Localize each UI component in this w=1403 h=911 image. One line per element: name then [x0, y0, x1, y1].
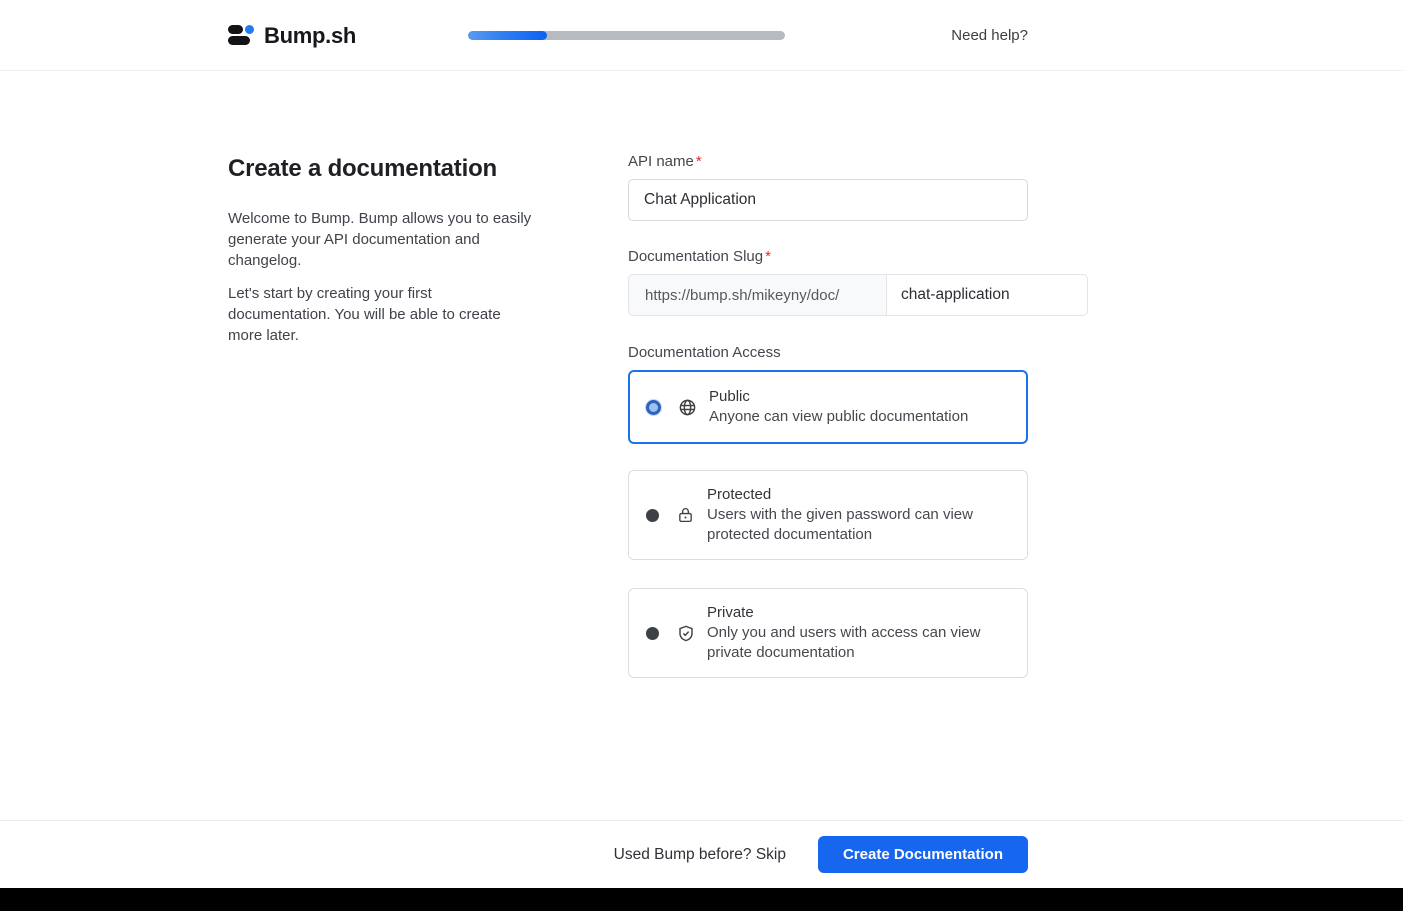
top-header: Bump.sh Need help? [0, 0, 1403, 71]
lock-icon [676, 506, 695, 525]
access-option-private[interactable]: Private Only you and users with access c… [628, 588, 1028, 678]
doc-slug-group: https://bump.sh/mikeyny/doc/ [628, 274, 1088, 316]
api-name-label: API name* [628, 153, 1088, 170]
access-protected-description: Users with the given password can view p… [707, 505, 1011, 545]
bump-logo-icon [228, 24, 255, 47]
brand-logo[interactable]: Bump.sh [228, 0, 356, 71]
need-help-link[interactable]: Need help? [951, 0, 1028, 71]
footer-action-bar: Used Bump before? Skip Create Documentat… [0, 820, 1403, 888]
access-private-description: Only you and users with access can view … [707, 623, 1011, 663]
progress-fill [468, 31, 547, 40]
globe-icon [678, 398, 697, 417]
radio-private[interactable] [646, 627, 659, 640]
doc-slug-prefix: https://bump.sh/mikeyny/doc/ [628, 274, 886, 316]
required-asterisk: * [696, 153, 702, 170]
bottom-black-strip [0, 888, 1403, 911]
intro-paragraph-1: Welcome to Bump. Bump allows you to easi… [228, 208, 533, 271]
required-asterisk: * [765, 248, 771, 265]
create-doc-form: API name* Documentation Slug* https://bu… [628, 153, 1088, 678]
access-option-public[interactable]: Public Anyone can view public documentat… [628, 370, 1028, 444]
doc-slug-label: Documentation Slug* [628, 248, 1088, 265]
api-name-input[interactable] [628, 179, 1028, 221]
access-public-description: Anyone can view public documentation [709, 407, 968, 427]
doc-slug-input[interactable] [886, 274, 1088, 316]
intro-paragraph-2: Let's start by creating your first docum… [228, 283, 533, 346]
create-documentation-button[interactable]: Create Documentation [818, 836, 1028, 873]
brand-name: Bump.sh [264, 23, 356, 49]
page-title: Create a documentation [228, 155, 533, 183]
doc-access-label: Documentation Access [628, 344, 1088, 361]
skip-link[interactable]: Skip [756, 846, 786, 863]
radio-protected[interactable] [646, 509, 659, 522]
access-option-protected[interactable]: Protected Users with the given password … [628, 470, 1028, 560]
intro-panel: Create a documentation Welcome to Bump. … [228, 155, 533, 358]
skip-prompt: Used Bump before? Skip [614, 846, 786, 864]
page: Bump.sh Need help? Create a documentatio… [0, 0, 1403, 911]
access-protected-title: Protected [707, 485, 1011, 505]
radio-public[interactable] [646, 400, 661, 415]
onboarding-progress-bar [468, 31, 785, 40]
main-content: Create a documentation Welcome to Bump. … [0, 71, 1403, 820]
access-private-title: Private [707, 603, 1011, 623]
shield-check-icon [676, 624, 695, 643]
access-public-title: Public [709, 387, 968, 407]
